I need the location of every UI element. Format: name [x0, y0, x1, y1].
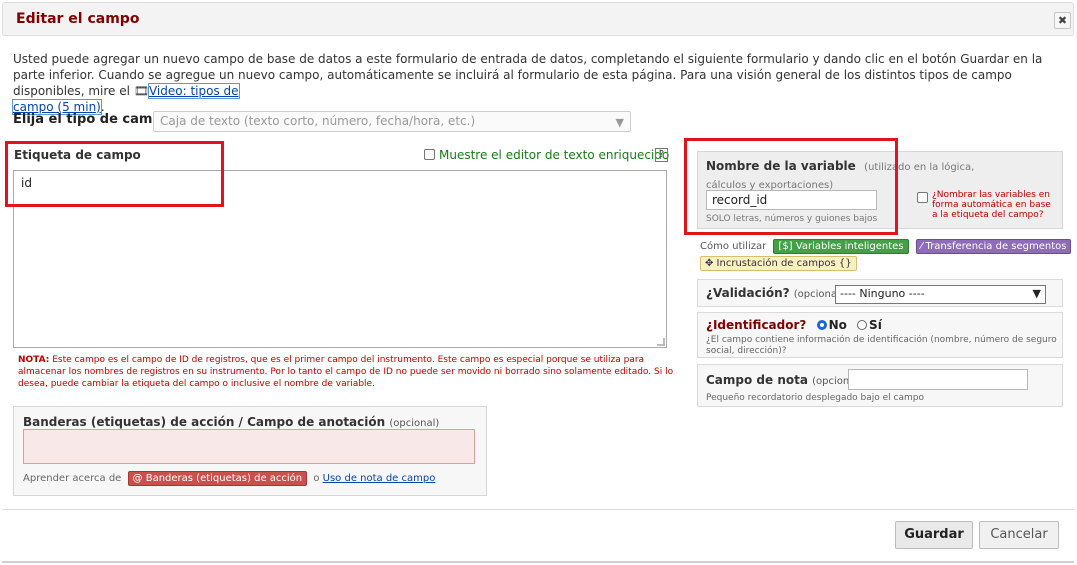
action-tags-title: Banderas (etiquetas) de acción / Campo d… — [23, 415, 386, 429]
identifier-no-label: No — [828, 318, 847, 332]
intro-text: Usted puede agregar un nuevo campo de ba… — [12, 52, 1043, 115]
field-type-select[interactable]: Caja de texto (texto corto, número, fech… — [153, 111, 631, 132]
smart-variables-button[interactable]: [$] Variables inteligentes — [773, 239, 909, 254]
field-type-label: Elija el tipo de campo — [13, 112, 171, 127]
field-note-label: Campo de nota (opcional) — [706, 373, 862, 387]
field-note-description: Pequeño recordatorio desplegado bajo el … — [706, 393, 924, 403]
auto-name-option[interactable]: ¿Nombrar las variables en forma automáti… — [917, 190, 1057, 220]
learn-prefix: Aprender acerca de — [23, 473, 122, 484]
action-tags-optional: (opcional) — [389, 418, 440, 429]
validation-select[interactable]: ---- Ninguno ---- ▼ — [835, 285, 1046, 304]
video-link-part-a: Video: tipos de — [148, 84, 239, 98]
field-note-title: Campo de nota — [706, 373, 808, 387]
identifier-panel: ¿Identificador? No Sí ¿El campo contiene… — [697, 312, 1063, 358]
chevron-down-icon: ▼ — [1032, 287, 1041, 300]
rich-text-toggle[interactable]: Muestre el editor de texto enriquecido — [424, 148, 669, 162]
dialog-footer: Guardar Cancelar — [2, 509, 1074, 565]
action-tags-panel: Banderas (etiquetas) de acción / Campo d… — [13, 406, 487, 496]
piping-button[interactable]: ⁄ Transferencia de segmentos — [915, 239, 1072, 254]
action-tags-label: Banderas (etiquetas) de acción / Campo d… — [23, 415, 439, 429]
dialog-titlebar: Editar el campo ✖ — [2, 2, 1074, 36]
field-note-panel: Campo de nota (opcional) Pequeño recorda… — [697, 364, 1063, 407]
identifier-description: ¿El campo contiene información de identi… — [706, 335, 1057, 356]
auto-name-checkbox[interactable] — [917, 192, 928, 203]
identifier-no-radio[interactable] — [816, 320, 827, 330]
cancel-button[interactable]: Cancelar — [979, 521, 1059, 549]
film-icon: 🎞 — [133, 84, 149, 98]
note-text: Este campo es el campo de ID de registro… — [18, 355, 674, 389]
save-button[interactable]: Guardar — [895, 521, 973, 549]
learn-or: o — [313, 473, 320, 484]
action-tags-button[interactable]: @ Banderas (etiquetas) de acción — [127, 471, 308, 486]
how-to-use-label: Cómo utilizar — [700, 241, 767, 252]
validation-title: ¿Validación? — [706, 286, 790, 300]
action-tags-textarea[interactable] — [23, 429, 475, 464]
close-icon[interactable]: ✖ — [1054, 12, 1071, 29]
identifier-label: ¿Identificador? No Sí — [706, 318, 882, 332]
chevron-down-icon: ▼ — [615, 116, 624, 129]
field-type-selected: Caja de texto (texto corto, número, fech… — [160, 114, 476, 128]
validation-label: ¿Validación? (opcional) — [706, 286, 844, 300]
validation-selected: ---- Ninguno ---- — [840, 287, 925, 300]
field-embedding-button[interactable]: ✥ Incrustación de campos {} — [700, 256, 857, 271]
field-note-usage-link[interactable]: Uso de nota de campo — [323, 473, 436, 484]
highlight-box-variable-name — [684, 138, 898, 235]
dialog-title: Editar el campo — [16, 11, 140, 27]
rich-text-label: Muestre el editor de texto enriquecido — [439, 148, 670, 162]
identifier-yes-radio[interactable] — [857, 320, 868, 330]
highlight-box-field-label — [5, 141, 224, 207]
auto-name-label: ¿Nombrar las variables en forma automáti… — [932, 190, 1051, 220]
record-id-note: NOTA: Este campo es el campo de ID de re… — [18, 354, 678, 390]
resize-handle[interactable] — [657, 338, 665, 346]
identifier-title: ¿Identificador? — [706, 318, 807, 332]
bottom-divider — [2, 561, 1074, 563]
how-to-use-row: Cómo utilizar [$] Variables inteligentes… — [700, 239, 1072, 254]
action-tags-learn: Aprender acerca de @ Banderas (etiquetas… — [23, 471, 435, 486]
field-note-input[interactable] — [848, 369, 1028, 390]
validation-panel: ¿Validación? (opcional) ---- Ninguno ---… — [697, 279, 1063, 307]
identifier-yes-label: Sí — [869, 318, 882, 332]
note-prefix: NOTA: — [18, 355, 50, 365]
rich-text-checkbox[interactable] — [424, 149, 435, 160]
help-icon[interactable]: ? — [655, 148, 668, 162]
